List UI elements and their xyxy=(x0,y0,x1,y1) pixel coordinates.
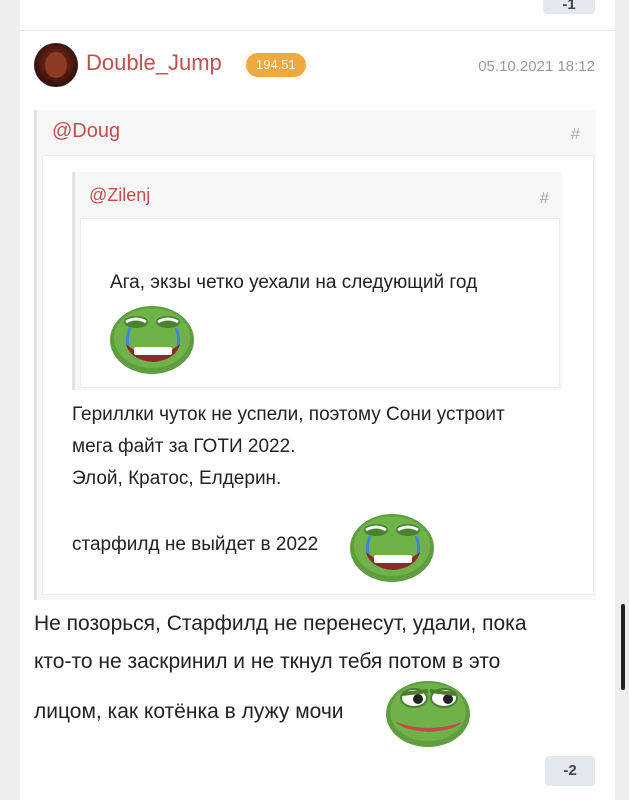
avatar[interactable] xyxy=(34,43,78,87)
comment-line-1: Не позорься, Старфилд не перенесут, удал… xyxy=(34,612,527,635)
nested-quote-anchor-link[interactable]: # xyxy=(540,190,549,208)
comment-line-3: лицом, как котёнка в лужу мочи xyxy=(34,700,344,723)
quote-line-2: мега файт за ГОТИ 2022. xyxy=(72,436,296,457)
quote-mention-zilenj[interactable]: @Zilenj xyxy=(89,185,150,206)
quote-line-3: Элой, Кратос, Елдерин. xyxy=(72,468,282,489)
karma-badge: 194.51 xyxy=(246,53,306,77)
quote-mention-doug[interactable]: @Doug xyxy=(52,120,120,143)
quote-anchor-link[interactable]: # xyxy=(571,126,580,144)
vote-score-button[interactable]: -2 xyxy=(545,756,595,786)
comment-timestamp[interactable]: 05.10.2021 18:12 xyxy=(478,58,595,75)
quote-line-1: Гериллки чуток не успели, поэтому Сони у… xyxy=(72,404,505,425)
pepe-laugh-cry-icon xyxy=(350,514,434,582)
comment-divider xyxy=(20,30,615,31)
nested-quote-text: Ага, экзы четко уехали на следующий год xyxy=(110,272,478,293)
comment-line-2: кто-то не заскринил и не ткнул тебя пото… xyxy=(34,650,501,673)
pepe-smug-icon xyxy=(386,681,470,747)
left-gutter xyxy=(0,0,20,800)
pepe-laugh-cry-icon xyxy=(110,306,194,374)
username-link[interactable]: Double_Jump xyxy=(86,50,222,76)
previous-vote-button[interactable]: -1 xyxy=(543,0,595,14)
quote-line-4: старфилд не выйдет в 2022 xyxy=(72,534,319,555)
scrollbar[interactable] xyxy=(621,604,625,690)
